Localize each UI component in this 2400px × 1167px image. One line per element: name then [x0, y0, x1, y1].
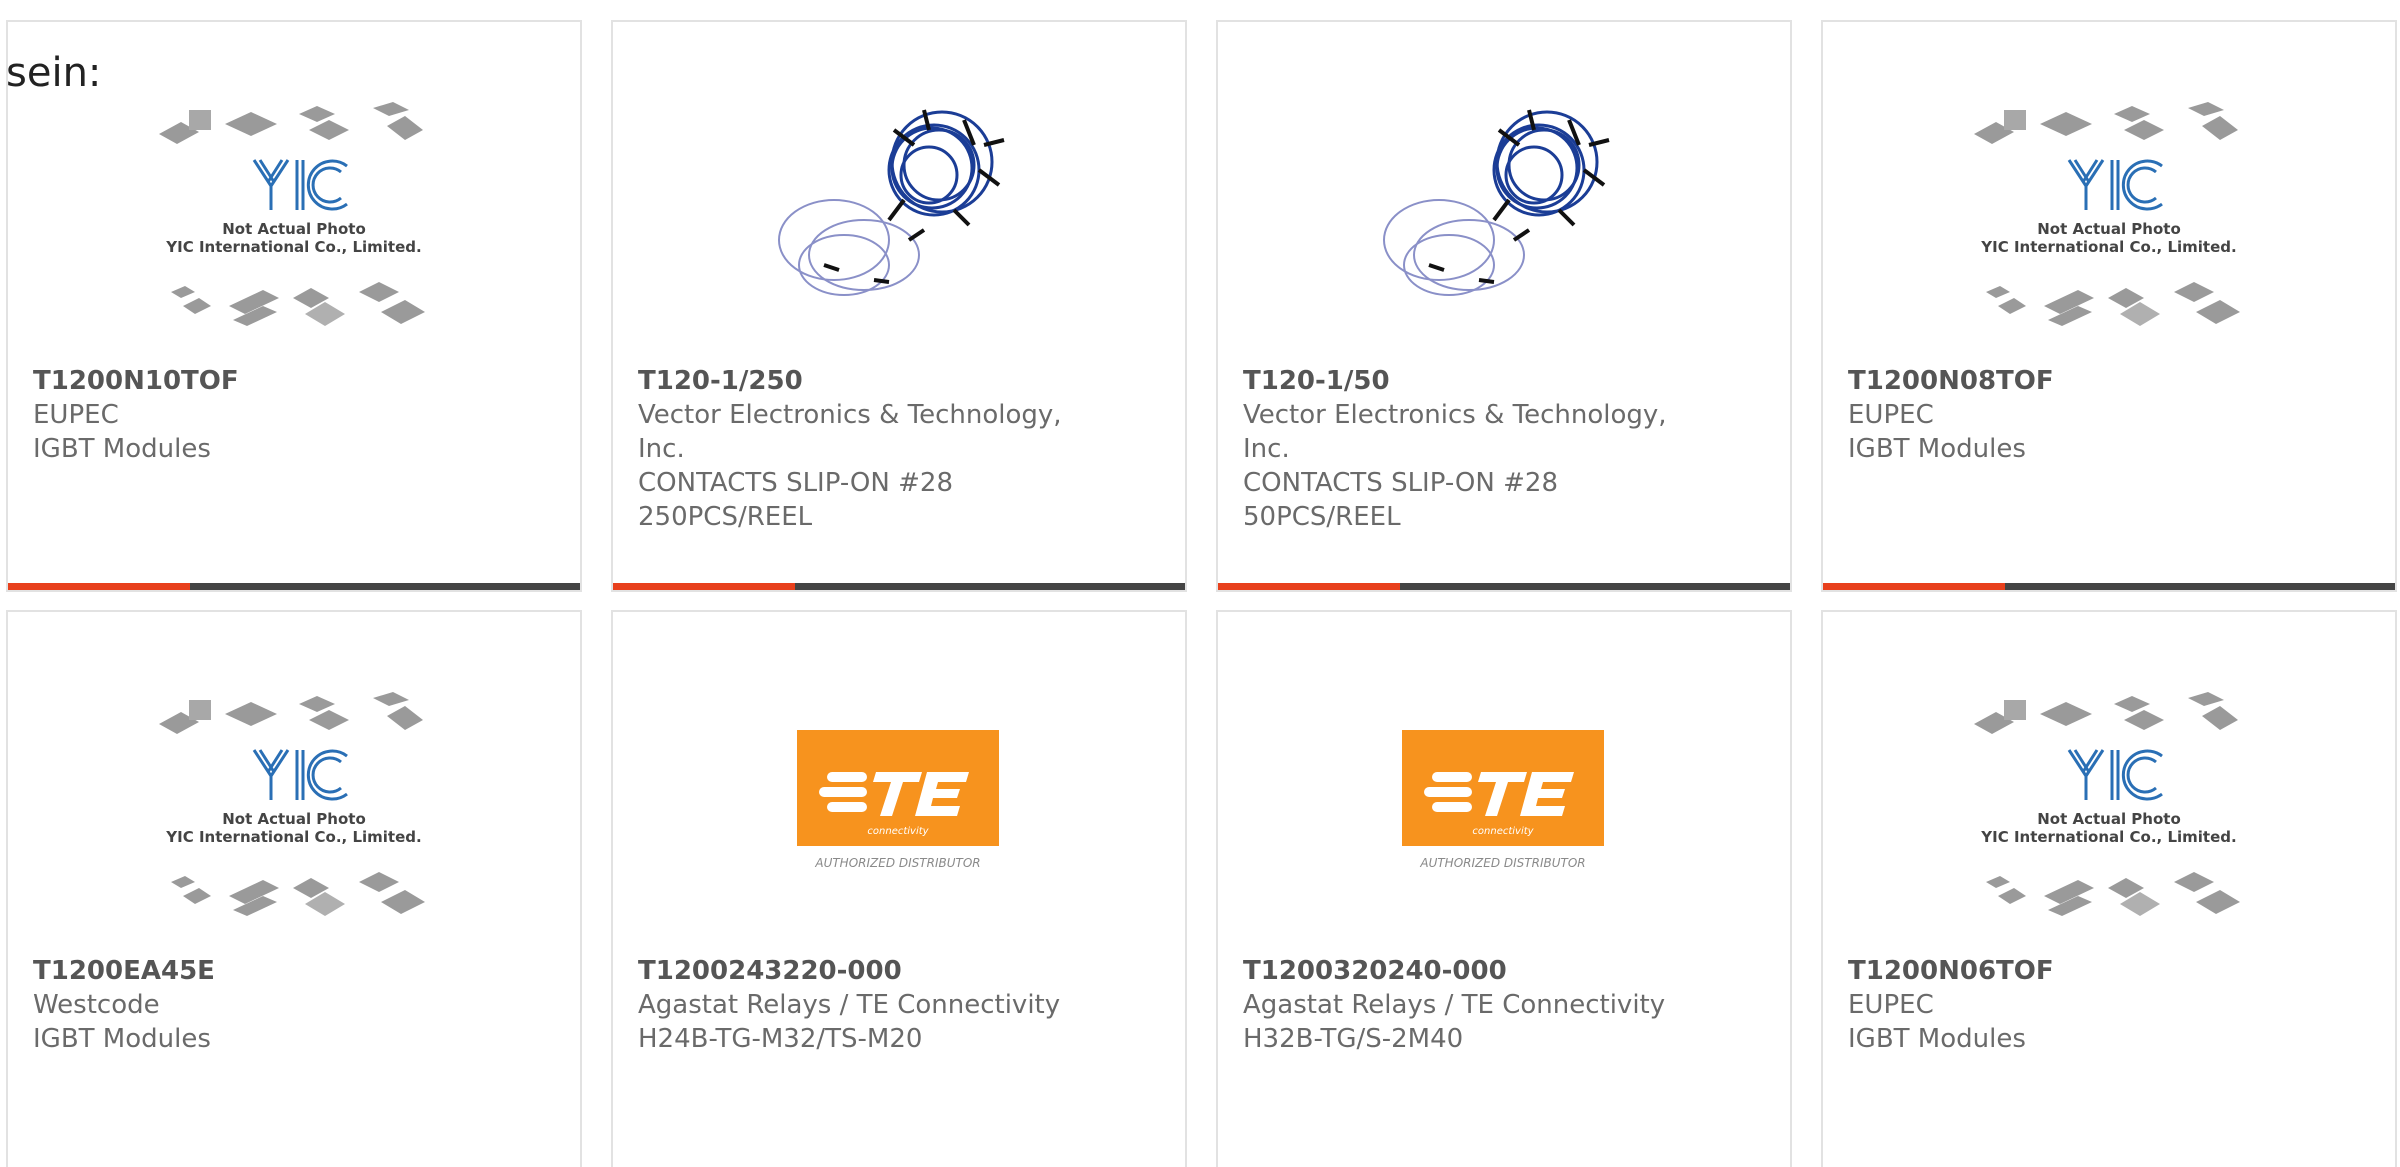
svg-text:Not Actual Photo: Not Actual Photo: [222, 810, 366, 828]
te-connectivity-logo: connectivity AUTHORIZED DISTRIBUTOR: [797, 730, 999, 870]
card-accent-bar: [613, 583, 795, 590]
product-grid-page: sein: Not Actual Photo YIC International…: [0, 0, 2400, 1167]
product-image[interactable]: Not Actual Photo YIC International Co., …: [1974, 692, 2244, 932]
part-number-link[interactable]: T1200N06TOF: [1848, 954, 2275, 988]
description-text: Inc.: [1243, 434, 1290, 464]
card-accent-bar: [1823, 583, 2005, 590]
svg-text:YIC International Co., Limited: YIC International Co., Limited.: [1980, 238, 2236, 256]
product-info: T1200N06TOF EUPEC IGBT Modules: [1848, 954, 2275, 1056]
product-card[interactable]: connectivity AUTHORIZED DISTRIBUTOR T120…: [1216, 610, 1792, 1167]
svg-text:connectivity: connectivity: [867, 826, 929, 837]
card-accent-bar: [1218, 583, 1400, 590]
product-card[interactable]: Not Actual Photo YIC International Co., …: [6, 20, 582, 592]
svg-text:AUTHORIZED DISTRIBUTOR: AUTHORIZED DISTRIBUTOR: [1419, 856, 1585, 870]
wire-contacts-image: [1383, 109, 1610, 296]
yic-placeholder-image: Not Actual Photo YIC International Co., …: [1974, 692, 2240, 916]
manufacturer-text: Vector Electronics & Technology,: [1243, 400, 1667, 430]
product-image[interactable]: [1369, 90, 1639, 330]
description-text: IGBT Modules: [33, 434, 211, 464]
product-info: T1200EA45E Westcode IGBT Modules: [33, 954, 460, 1056]
product-grid: Not Actual Photo YIC International Co., …: [0, 0, 2400, 1167]
product-info: T120-1/250 Vector Electronics & Technolog…: [638, 364, 1065, 534]
product-info: T1200320240-000 Agastat Relays / TE Conne…: [1243, 954, 1670, 1056]
svg-text:YIC International Co., Limited: YIC International Co., Limited.: [165, 238, 421, 256]
product-image[interactable]: Not Actual Photo YIC International Co., …: [1974, 102, 2244, 342]
wire-contacts-image: [778, 109, 1005, 296]
manufacturer-text: EUPEC: [1848, 990, 1934, 1020]
description-text: IGBT Modules: [1848, 1024, 2026, 1054]
product-image[interactable]: connectivity AUTHORIZED DISTRIBUTOR: [764, 692, 1034, 932]
part-number-link[interactable]: T120-1/250: [638, 364, 1065, 398]
manufacturer-text: EUPEC: [33, 400, 119, 430]
card-accent-bar: [8, 583, 190, 590]
product-info: T1200N08TOF EUPEC IGBT Modules: [1848, 364, 2275, 466]
svg-text:AUTHORIZED DISTRIBUTOR: AUTHORIZED DISTRIBUTOR: [814, 856, 980, 870]
card-bottom-bar: [1823, 583, 2395, 590]
product-info: T1200243220-000 Agastat Relays / TE Conne…: [638, 954, 1065, 1056]
description-text: H24B-TG-M32/TS-M20: [638, 1024, 923, 1054]
manufacturer-text: Vector Electronics & Technology,: [638, 400, 1062, 430]
card-bottom-bar: [8, 583, 580, 590]
manufacturer-text: Agastat Relays / TE Connectivity: [1243, 990, 1666, 1020]
description-text: CONTACTS SLIP-ON #28: [1243, 468, 1558, 498]
product-card[interactable]: Not Actual Photo YIC International Co., …: [1821, 610, 2397, 1167]
product-image[interactable]: connectivity AUTHORIZED DISTRIBUTOR: [1369, 692, 1639, 932]
product-image[interactable]: Not Actual Photo YIC International Co., …: [159, 692, 429, 932]
manufacturer-text: Agastat Relays / TE Connectivity: [638, 990, 1061, 1020]
part-number-link[interactable]: T1200320240-000: [1243, 954, 1670, 988]
part-number-link[interactable]: T120-1/50: [1243, 364, 1670, 398]
yic-placeholder-image: Not Actual Photo YIC International Co., …: [159, 692, 425, 916]
description-text: H32B-TG/S-2M40: [1243, 1024, 1464, 1054]
product-card[interactable]: Not Actual Photo YIC International Co., …: [1821, 20, 2397, 592]
description-text: 50PCS/REEL: [1243, 502, 1401, 532]
svg-text:Not Actual Photo: Not Actual Photo: [222, 220, 366, 238]
yic-placeholder-image: Not Actual Photo YIC International Co., …: [1974, 102, 2240, 326]
part-number-link[interactable]: T1200EA45E: [33, 954, 460, 988]
svg-text:Not Actual Photo: Not Actual Photo: [2037, 810, 2181, 828]
product-card[interactable]: connectivity AUTHORIZED DISTRIBUTOR T120…: [611, 610, 1187, 1167]
manufacturer-text: Westcode: [33, 990, 160, 1020]
product-info: T1200N10TOF EUPEC IGBT Modules: [33, 364, 460, 466]
product-image[interactable]: Not Actual Photo YIC International Co., …: [159, 102, 429, 342]
product-card[interactable]: Not Actual Photo YIC International Co., …: [6, 610, 582, 1167]
manufacturer-text: EUPEC: [1848, 400, 1934, 430]
yic-placeholder-image: Not Actual Photo YIC International Co., …: [159, 102, 425, 326]
product-card[interactable]: T120-1/250 Vector Electronics & Technolog…: [611, 20, 1187, 592]
card-bottom-bar: [613, 583, 1185, 590]
te-connectivity-logo: connectivity AUTHORIZED DISTRIBUTOR: [1402, 730, 1604, 870]
card-bottom-bar: [1218, 583, 1790, 590]
product-card[interactable]: T120-1/50 Vector Electronics & Technology…: [1216, 20, 1792, 592]
description-text: Inc.: [638, 434, 685, 464]
svg-text:Not Actual Photo: Not Actual Photo: [2037, 220, 2181, 238]
description-text: CONTACTS SLIP-ON #28: [638, 468, 953, 498]
svg-text:connectivity: connectivity: [1472, 826, 1534, 837]
svg-text:YIC International Co., Limited: YIC International Co., Limited.: [1980, 828, 2236, 846]
svg-text:YIC International Co., Limited: YIC International Co., Limited.: [165, 828, 421, 846]
part-number-link[interactable]: T1200N10TOF: [33, 364, 460, 398]
description-text: 250PCS/REEL: [638, 502, 813, 532]
description-text: IGBT Modules: [1848, 434, 2026, 464]
product-image[interactable]: [764, 90, 1034, 330]
part-number-link[interactable]: T1200243220-000: [638, 954, 1065, 988]
description-text: IGBT Modules: [33, 1024, 211, 1054]
part-number-link[interactable]: T1200N08TOF: [1848, 364, 2275, 398]
lead-text: sein:: [6, 50, 102, 96]
product-info: T120-1/50 Vector Electronics & Technology…: [1243, 364, 1670, 534]
